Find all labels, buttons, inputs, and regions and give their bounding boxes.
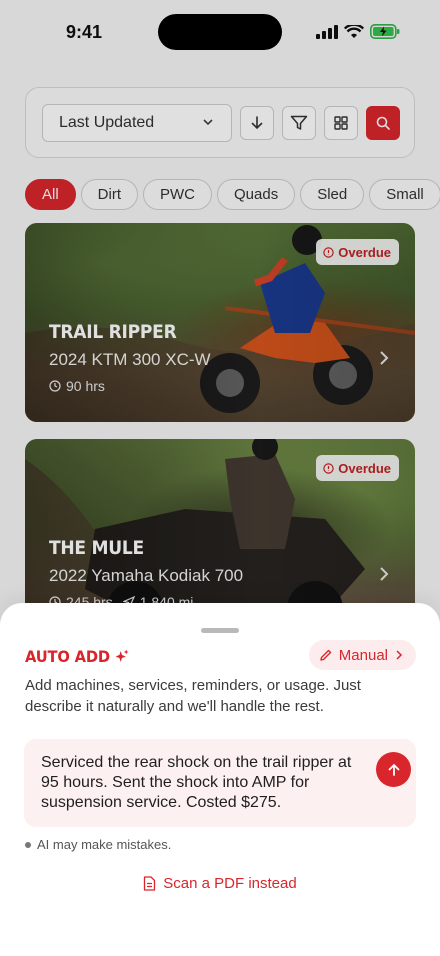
scan-pdf-label: Scan a PDF instead [163,875,297,892]
sheet-description: Add machines, services, reminders, or us… [25,677,361,715]
ai-disclaimer: AI may make mistakes. [25,837,171,852]
send-arrow-icon [388,763,399,776]
sheet-title: AUTO ADD [25,647,129,666]
auto-add-input-text[interactable]: Serviced the rear shock on the trail rip… [41,753,357,813]
document-icon [144,876,156,891]
pencil-icon [320,649,331,661]
sparkle-icon [115,649,129,662]
auto-add-sheet: AUTO ADD Manual Add machines, services, … [0,603,440,956]
chevron-right-icon [396,650,403,660]
manual-entry-button[interactable]: Manual [308,640,416,670]
ai-disclaimer-label: AI may make mistakes. [37,837,172,852]
sheet-grabber[interactable] [201,628,239,633]
scan-pdf-link[interactable]: Scan a PDF instead [0,875,440,892]
bullet-dot [25,841,31,848]
auto-add-input[interactable]: Serviced the rear shock on the trail rip… [24,739,416,827]
send-button[interactable] [376,752,411,787]
manual-entry-label: Manual [338,646,388,664]
sheet-title-label: AUTO ADD [25,647,110,666]
